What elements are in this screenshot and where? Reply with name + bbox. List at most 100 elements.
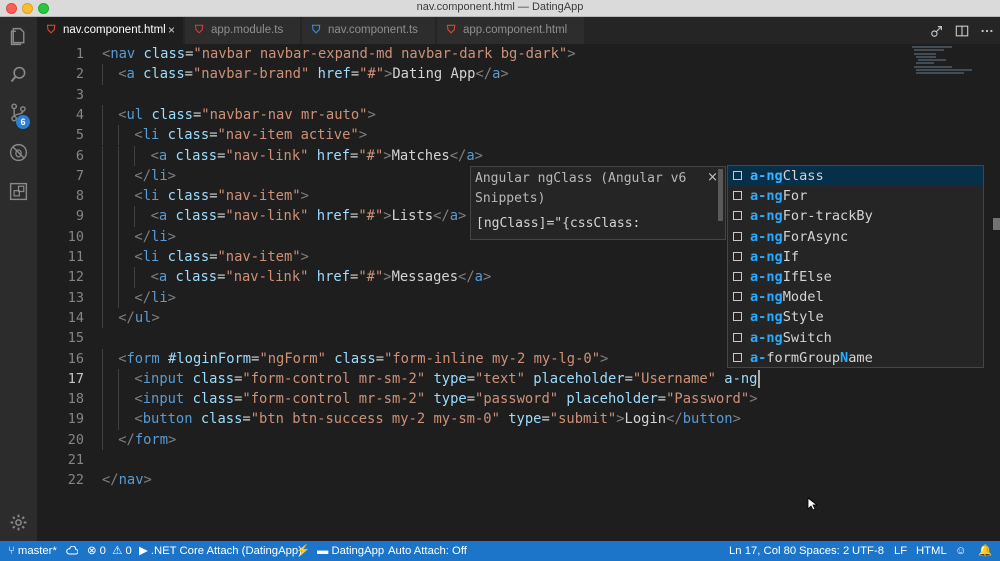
notifications-icon[interactable]: 🔔 [978,541,992,561]
code-line[interactable]: <button class="btn btn-success my-2 my-s… [134,409,740,429]
vertical-scrollbar[interactable] [993,218,1000,230]
code-line[interactable]: <li class="nav-item"> [134,186,309,206]
suggestion-item[interactable]: a-ngForAsync [728,227,983,247]
suggestion-list[interactable]: a-ngClass a-ngFor a-ngFor-trackBy a-ngForAs… [727,165,984,368]
code-token: "#" [358,208,384,225]
folder-status[interactable]: ▬ DatingApp [317,541,384,561]
auto-attach-status[interactable]: Auto Attach: Off [388,541,467,561]
language-mode-status[interactable]: HTML [916,541,947,561]
indent-guide [102,247,103,268]
activity-bar: 6 [0,17,37,541]
encoding-status[interactable]: UTF-8 [852,541,884,561]
code-token: class [143,46,186,62]
suggestion-item[interactable]: a-ngStyle [728,307,983,327]
line-number: 15 [67,330,84,347]
code-line[interactable]: <input class = "form-control mr-sm-2" type… [134,389,757,409]
extensions-icon[interactable] [8,181,29,202]
indent-guide [118,389,120,410]
indent-guide [102,307,103,329]
code-line[interactable]: <form #loginForm="ngForm" class="form-in… [118,349,608,369]
code-token: a [474,269,483,286]
close-icon[interactable]: × [168,17,175,44]
angular-icon: ⛉ [312,24,321,36]
code-line[interactable]: <ul class="navbar-nav mr-auto"> [118,105,376,125]
widget-scrollbar[interactable] [718,169,723,221]
debug-icon[interactable] [8,142,29,163]
suggestion-item[interactable]: a-ngFor-trackBy [728,206,983,226]
snippet-icon [733,332,742,342]
gear-icon[interactable] [8,512,29,533]
suggestion-item[interactable]: a-ngFor [728,186,983,206]
suggestion-item[interactable]: a-ngSwitch [728,328,983,348]
suggestion-item[interactable]: a-ngClass [728,166,983,187]
code-line[interactable]: </nav> [102,470,152,490]
indent-guide [102,186,103,207]
warning-icon: ⚠ [109,545,123,557]
suggestion-item[interactable]: a-formGroupName [728,348,983,368]
git-branch-status[interactable]: ⑂ master* [8,541,57,561]
code-token: class [167,127,210,144]
code-line[interactable]: </li> [134,288,176,308]
code-token: > [143,472,152,489]
code-token: </ [134,289,152,306]
status-bar: ⑂ master* ⊗ 0 ⚠ 0 ▶ .NET Core Attach (Da… [0,541,1000,561]
code-token: > [458,208,467,225]
code-line[interactable]: <input class = "form-control mr-sm-2" type… [134,369,760,389]
tab-nav-component-ts[interactable]: ⛉ nav.component.ts [302,17,436,44]
code-token: > [749,391,758,408]
code-line[interactable]: </li> [134,227,176,247]
code-line[interactable]: <li class="nav-item"> [134,247,309,267]
cursor-position-status[interactable]: Ln 17, Col 80 [729,541,796,561]
tab-app-component-html[interactable]: ⛉ app.component.html [437,17,585,44]
minimap[interactable] [912,44,972,84]
feedback-icon[interactable]: ☺ [955,541,967,561]
files-icon[interactable] [8,26,29,47]
indentation-status[interactable]: Spaces: 2 [799,541,849,561]
live-share-icon[interactable]: ⚡ [296,541,310,561]
more-icon[interactable] [980,17,994,44]
line-number: 19 [67,411,84,428]
indent-guide [118,287,120,308]
code-line[interactable]: <li class="nav-item active"> [134,125,367,145]
code-line[interactable]: <a class="nav-link" href="#">Lists</a> [151,206,467,226]
code-line[interactable]: <a class="nav-link" href="#">Messages</a… [151,267,492,287]
indent-guide [102,429,103,450]
tab-label: app.module.ts [211,24,284,36]
suggestion-item[interactable]: a-ngModel [728,287,983,307]
suggestion-label: a-ngForAsync [750,228,849,245]
code-token: Messages [391,269,459,286]
line-number: 3 [75,86,84,103]
eol-status[interactable]: LF [894,541,907,561]
code-line[interactable]: </ul> [118,308,160,328]
search-icon[interactable] [8,64,29,85]
split-editor-icon[interactable] [955,17,969,44]
tab-app-module-ts[interactable]: ⛉ app.module.ts [185,17,301,44]
code-line[interactable]: <a class="navbar-brand" href="#">Dating … [118,64,509,84]
problems-status[interactable]: ⊗ 0 ⚠ 0 [87,541,132,561]
code-line[interactable]: <nav class="navbar navbar-expand-md navb… [102,44,576,64]
code-line[interactable]: </form> [118,430,176,450]
line-number: 18 [67,391,84,408]
suggestion-item[interactable]: a-ngIf [728,247,983,267]
open-changes-icon[interactable] [930,17,944,44]
code-token: = [466,391,476,408]
sync-icon[interactable] [66,541,79,561]
code-token: </ [449,147,467,164]
code-token: > [300,188,309,205]
code-token: "nav-item" [217,249,301,265]
snippet-icon [733,292,742,302]
code-token: class [200,411,243,428]
code-token: "#" [359,66,385,83]
mouse-pointer-icon [807,497,817,511]
code-token: < [118,350,127,367]
tab-bar: ⛉ nav.component.html × ⛉ app.module.ts ⛉… [37,17,1000,44]
debug-config-status[interactable]: ▶ .NET Core Attach (DatingApp) [139,541,302,561]
suggestion-item[interactable]: a-ngIfElse [728,267,983,287]
tab-nav-component-html[interactable]: ⛉ nav.component.html × [37,17,184,44]
code-line[interactable]: <a class="nav-link" href="#">Matches</a> [151,146,483,166]
code-line[interactable]: </li> [134,166,176,186]
close-icon[interactable]: × [707,170,718,185]
